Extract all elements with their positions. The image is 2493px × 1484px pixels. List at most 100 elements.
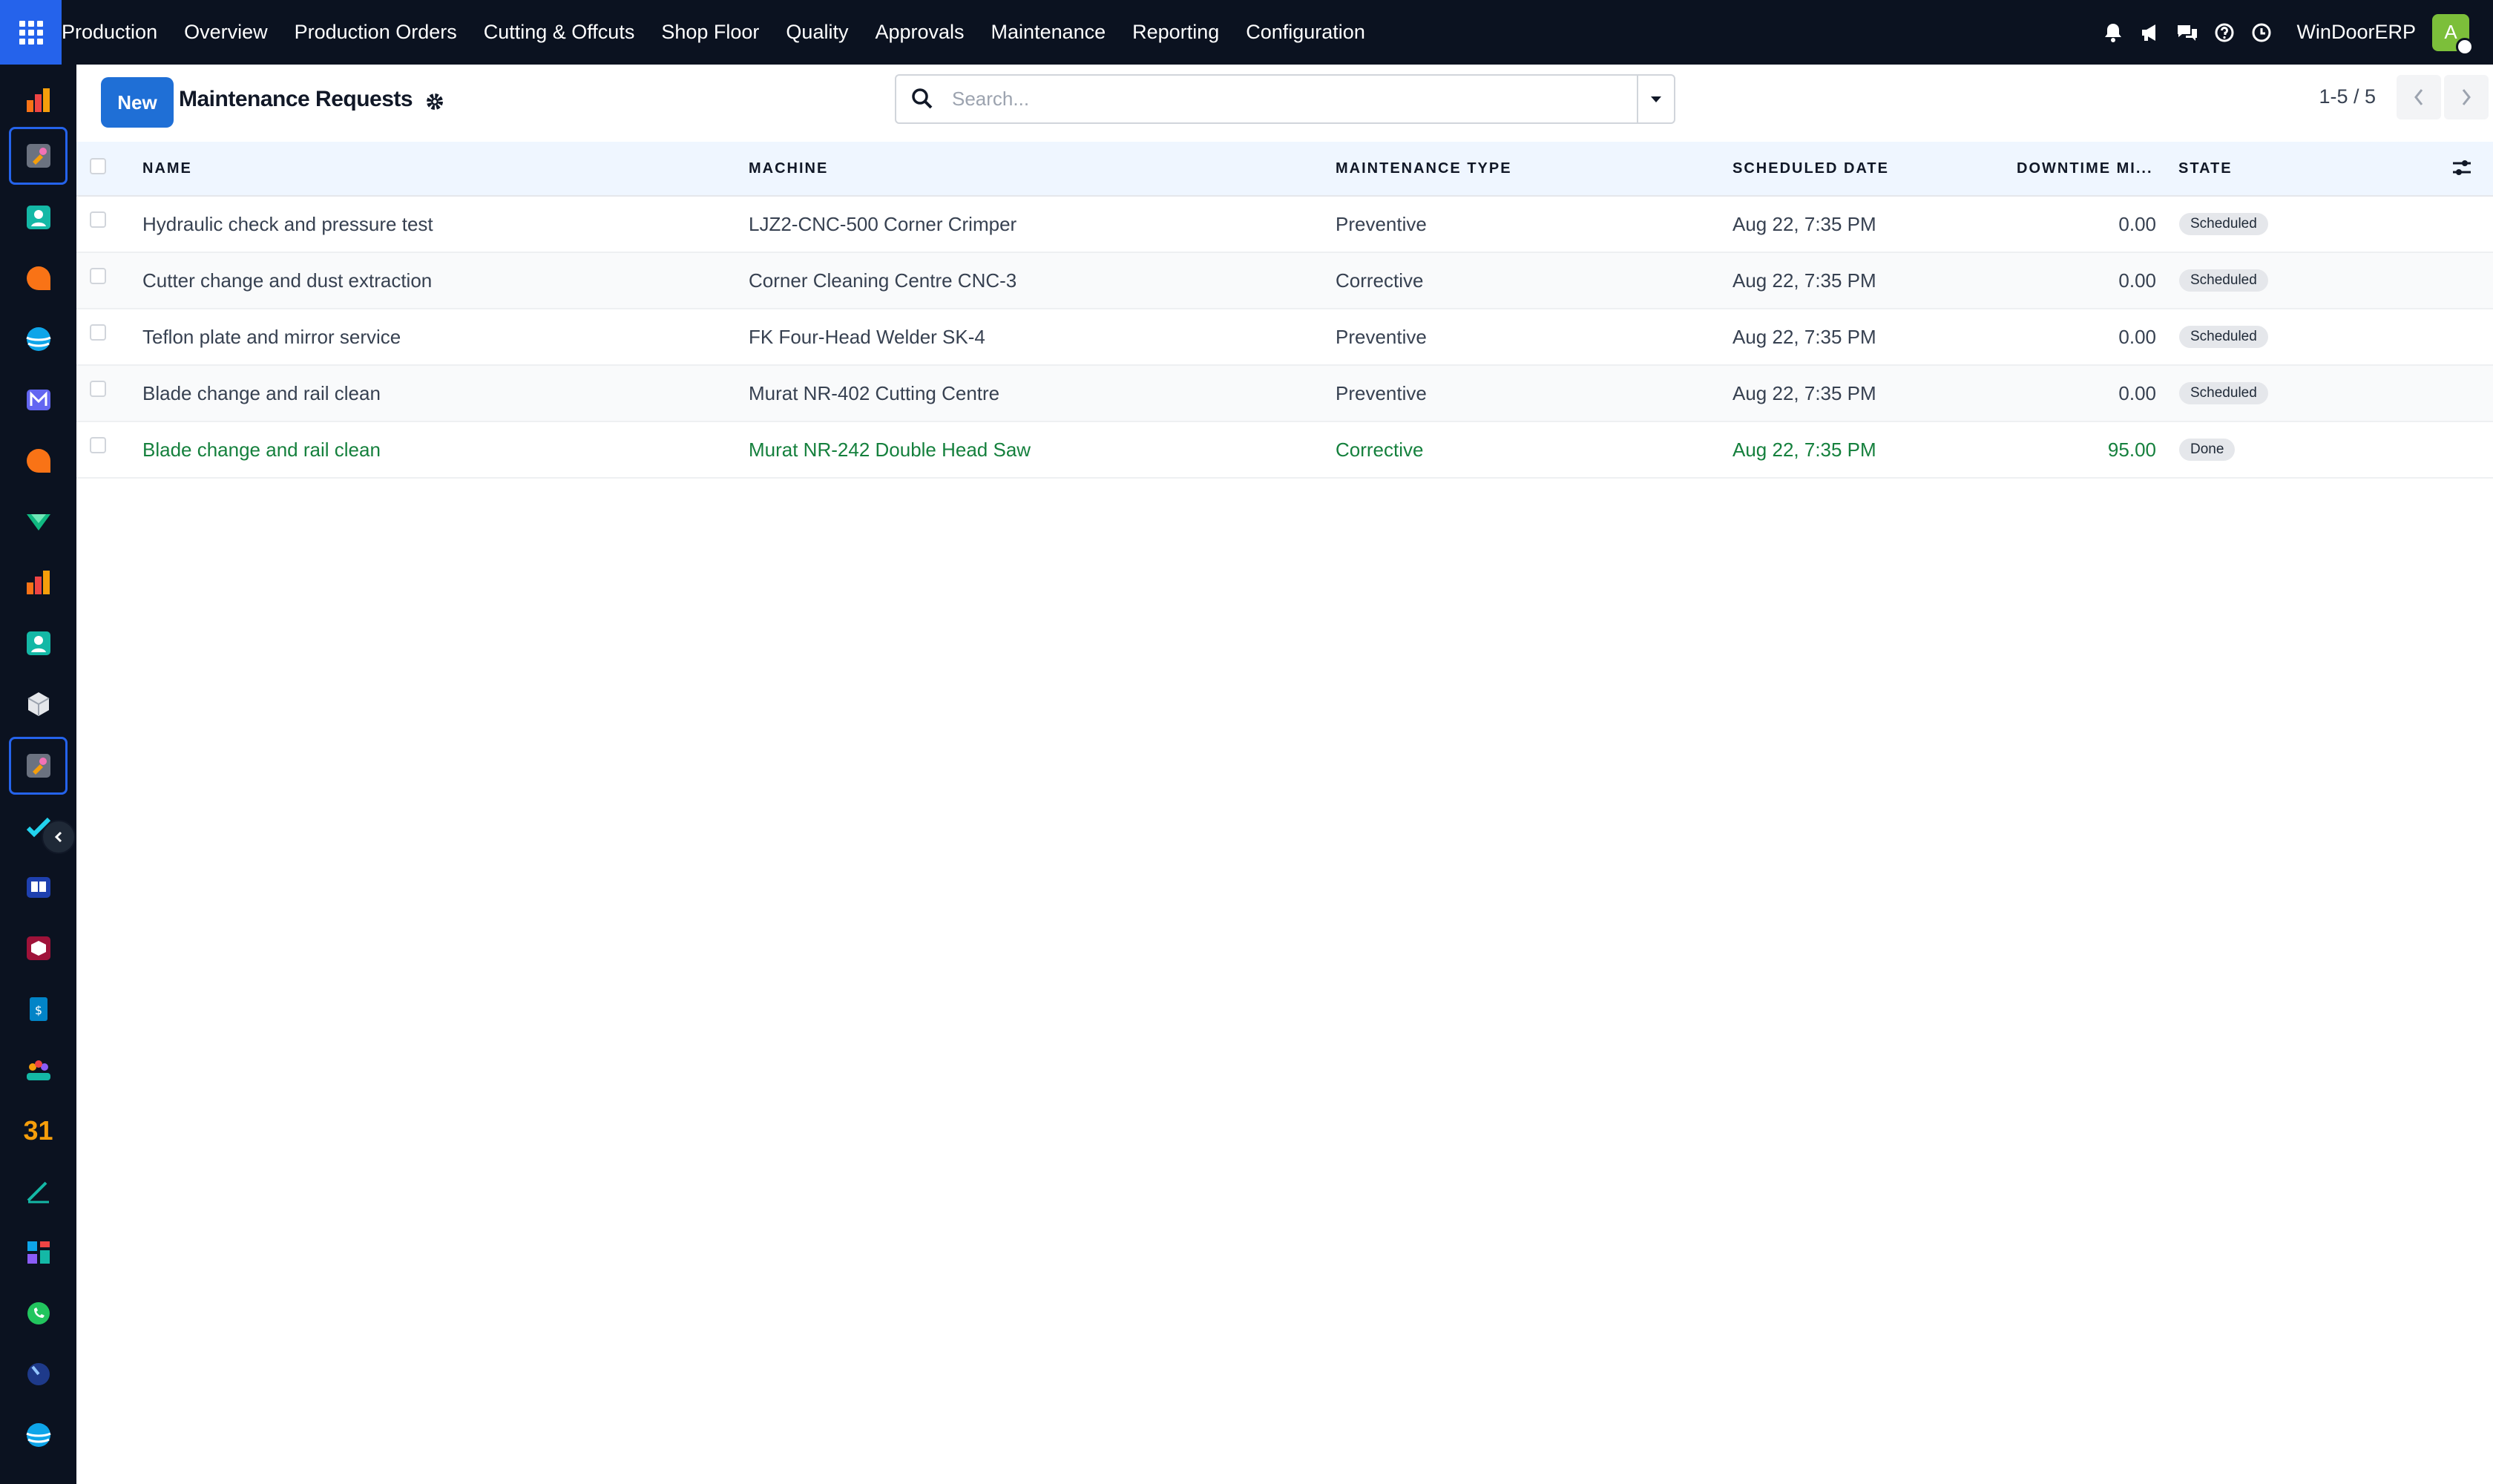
knowledge-app-icon[interactable]: [9, 858, 68, 916]
table-row[interactable]: Cutter change and dust extraction Corner…: [76, 253, 2493, 309]
menu-quality[interactable]: Quality: [786, 21, 848, 44]
chevron-right-icon: [2462, 89, 2471, 105]
cell-machine: FK Four-Head Welder SK-4: [749, 326, 985, 348]
cell-maintenance-type: Preventive: [1336, 382, 1427, 404]
maintenance-app-icon[interactable]: [9, 127, 68, 185]
cell-scheduled-date: Aug 22, 7:35 PM: [1732, 382, 1876, 404]
status-badge: Done: [2179, 439, 2236, 461]
maintenance-app-icon-2[interactable]: [9, 737, 68, 795]
avatar-initial: A: [2444, 21, 2457, 43]
status-badge: Scheduled: [2179, 269, 2268, 292]
menu-production-orders[interactable]: Production Orders: [295, 21, 457, 44]
column-downtime-minutes[interactable]: DOWNTIME MI...: [2017, 160, 2153, 177]
cell-machine: LJZ2-CNC-500 Corner Crimper: [749, 213, 1017, 235]
cell-scheduled-date: Aug 22, 7:35 PM: [1732, 326, 1876, 348]
sales-app-icon[interactable]: [9, 493, 68, 551]
whatsapp-app-icon[interactable]: [9, 1284, 68, 1342]
contacts-app-icon[interactable]: [9, 188, 68, 246]
menu-overview[interactable]: Overview: [184, 21, 268, 44]
dashboards-app-icon[interactable]: [9, 1224, 68, 1281]
pager-next-button[interactable]: [2444, 75, 2489, 119]
caret-down-icon: [1651, 96, 1661, 102]
cell-name: Teflon plate and mirror service: [142, 326, 401, 348]
table-header: NAME MACHINE MAINTENANCE TYPE SCHEDULED …: [76, 142, 2493, 197]
search-options-toggle[interactable]: [1637, 76, 1674, 122]
cell-downtime: 0.00: [2118, 213, 2156, 235]
cell-downtime: 95.00: [2107, 439, 2156, 461]
search-icon: [911, 88, 933, 114]
table-row[interactable]: Blade change and rail clean Murat NR-242…: [76, 422, 2493, 479]
employees-app-icon[interactable]: [9, 614, 68, 672]
menu-configuration[interactable]: Configuration: [1246, 21, 1365, 44]
product-app-icon[interactable]: [9, 919, 68, 977]
apps-menu-button[interactable]: [0, 0, 62, 65]
search-input[interactable]: [952, 76, 1605, 122]
gear-icon[interactable]: [425, 92, 444, 115]
column-name[interactable]: NAME: [142, 160, 192, 177]
clock-icon[interactable]: [2243, 0, 2280, 65]
website-app-icon[interactable]: [9, 310, 68, 368]
sign-app-icon[interactable]: [9, 1163, 68, 1221]
menu-production[interactable]: Production: [62, 21, 157, 44]
cell-maintenance-type: Preventive: [1336, 326, 1427, 348]
top-navbar: Production Overview Production Orders Cu…: [0, 0, 2493, 65]
discuss-app-icon[interactable]: [9, 249, 68, 307]
cell-machine: Corner Cleaning Centre CNC-3: [749, 269, 1017, 292]
help-icon[interactable]: [2206, 0, 2243, 65]
row-checkbox[interactable]: [90, 437, 106, 453]
bell-icon[interactable]: [2095, 0, 2132, 65]
table-row[interactable]: Hydraulic check and pressure test LJZ2-C…: [76, 197, 2493, 253]
cell-name: Blade change and rail clean: [142, 439, 381, 461]
inventory-app-icon[interactable]: [9, 675, 68, 733]
company-switcher[interactable]: WinDoorERP: [2296, 21, 2416, 44]
teams-app-icon[interactable]: [9, 1041, 68, 1099]
chevron-left-icon: [54, 831, 62, 843]
row-checkbox[interactable]: [90, 211, 106, 228]
optional-columns-icon[interactable]: [2451, 157, 2473, 183]
presence-dot: [2456, 37, 2474, 56]
invoicing-app-icon[interactable]: $: [9, 980, 68, 1038]
calendar-date-label: 31: [23, 1115, 53, 1146]
menu-shop-floor[interactable]: Shop Floor: [661, 21, 759, 44]
website-app-icon-2[interactable]: [9, 1406, 68, 1464]
live-chat-app-icon[interactable]: [9, 432, 68, 490]
manufacturing-app-icon[interactable]: [9, 71, 68, 129]
search-box: [895, 74, 1675, 124]
row-checkbox[interactable]: [90, 268, 106, 284]
bar-chart-app-icon[interactable]: [9, 554, 68, 611]
menu-approvals[interactable]: Approvals: [875, 21, 964, 44]
user-avatar[interactable]: A: [2432, 13, 2474, 56]
row-checkbox[interactable]: [90, 324, 106, 341]
cell-machine: Murat NR-402 Cutting Centre: [749, 382, 1000, 404]
pager-previous-button[interactable]: [2397, 75, 2441, 119]
table-row[interactable]: Blade change and rail clean Murat NR-402…: [76, 366, 2493, 422]
megaphone-icon[interactable]: [2132, 0, 2169, 65]
new-button[interactable]: New: [101, 77, 174, 128]
calendar-app-icon[interactable]: 31: [9, 1102, 68, 1160]
pager-value[interactable]: 1-5 / 5: [2319, 85, 2376, 108]
email-marketing-app-icon[interactable]: [9, 371, 68, 429]
column-state[interactable]: STATE: [2178, 160, 2233, 177]
status-badge: Scheduled: [2179, 326, 2268, 348]
cell-maintenance-type: Corrective: [1336, 269, 1424, 292]
column-scheduled-date[interactable]: SCHEDULED DATE: [1732, 160, 1889, 177]
row-checkbox[interactable]: [90, 381, 106, 397]
maintenance-requests-table: NAME MACHINE MAINTENANCE TYPE SCHEDULED …: [76, 142, 2493, 479]
main-menu: Production Overview Production Orders Cu…: [62, 0, 1392, 65]
control-panel: New Maintenance Requests 1-5 / 5: [76, 65, 2493, 142]
column-maintenance-type[interactable]: MAINTENANCE TYPE: [1336, 160, 1512, 177]
menu-reporting[interactable]: Reporting: [1132, 21, 1219, 44]
menu-maintenance[interactable]: Maintenance: [991, 21, 1106, 44]
svg-text:$: $: [34, 1003, 42, 1017]
select-all-checkbox[interactable]: [90, 158, 106, 174]
chat-icon[interactable]: [2169, 0, 2206, 65]
collapse-sidebar-button[interactable]: [42, 820, 76, 854]
menu-cutting-offcuts[interactable]: Cutting & Offcuts: [484, 21, 635, 44]
cell-downtime: 0.00: [2118, 326, 2156, 348]
time-off-app-icon[interactable]: [9, 1345, 68, 1403]
cell-maintenance-type: Corrective: [1336, 439, 1424, 461]
column-machine[interactable]: MACHINE: [749, 160, 828, 177]
cell-scheduled-date: Aug 22, 7:35 PM: [1732, 439, 1876, 461]
table-row[interactable]: Teflon plate and mirror service FK Four-…: [76, 309, 2493, 366]
status-badge: Scheduled: [2179, 213, 2268, 235]
